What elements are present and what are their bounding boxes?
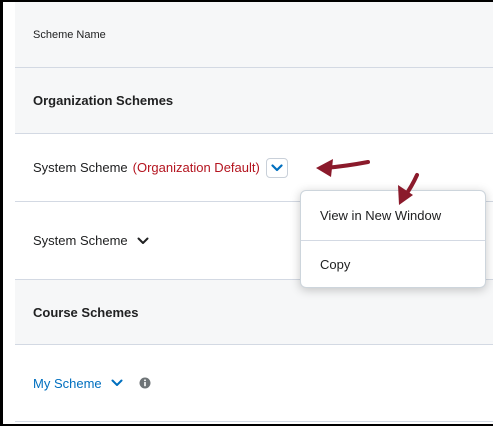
scheme-name-link[interactable]: My Scheme [33, 376, 102, 391]
chevron-down-icon [271, 163, 283, 171]
menu-item-copy[interactable]: Copy [301, 241, 485, 288]
table-header: Scheme Name [15, 2, 493, 68]
scheme-name: System Scheme [33, 160, 128, 175]
scheme-name: System Scheme [33, 233, 128, 248]
organization-default-label: (Organization Default) [132, 160, 260, 175]
chevron-down-icon [137, 237, 149, 244]
info-icon[interactable] [139, 377, 151, 389]
section-title-organization: Organization Schemes [33, 93, 174, 108]
scheme-actions-button[interactable] [265, 157, 288, 178]
menu-item-view-in-new-window[interactable]: View in New Window [301, 191, 485, 240]
scheme-actions-button[interactable] [111, 379, 123, 387]
column-header-scheme-name[interactable]: Scheme Name [33, 29, 106, 41]
section-header-organization: Organization Schemes [15, 68, 493, 134]
table-row: My Scheme [15, 345, 493, 422]
context-menu: View in New Window Copy [300, 190, 486, 288]
scheme-actions-button[interactable] [137, 237, 149, 245]
chevron-down-icon [111, 379, 123, 386]
section-title-course: Course Schemes [33, 304, 139, 320]
menu-item-label: View in New Window [320, 208, 442, 223]
section-header-course: Course Schemes [15, 280, 493, 345]
menu-item-label: Copy [320, 257, 351, 272]
scheme-list-panel: Scheme Name Organization Schemes System … [0, 0, 493, 426]
